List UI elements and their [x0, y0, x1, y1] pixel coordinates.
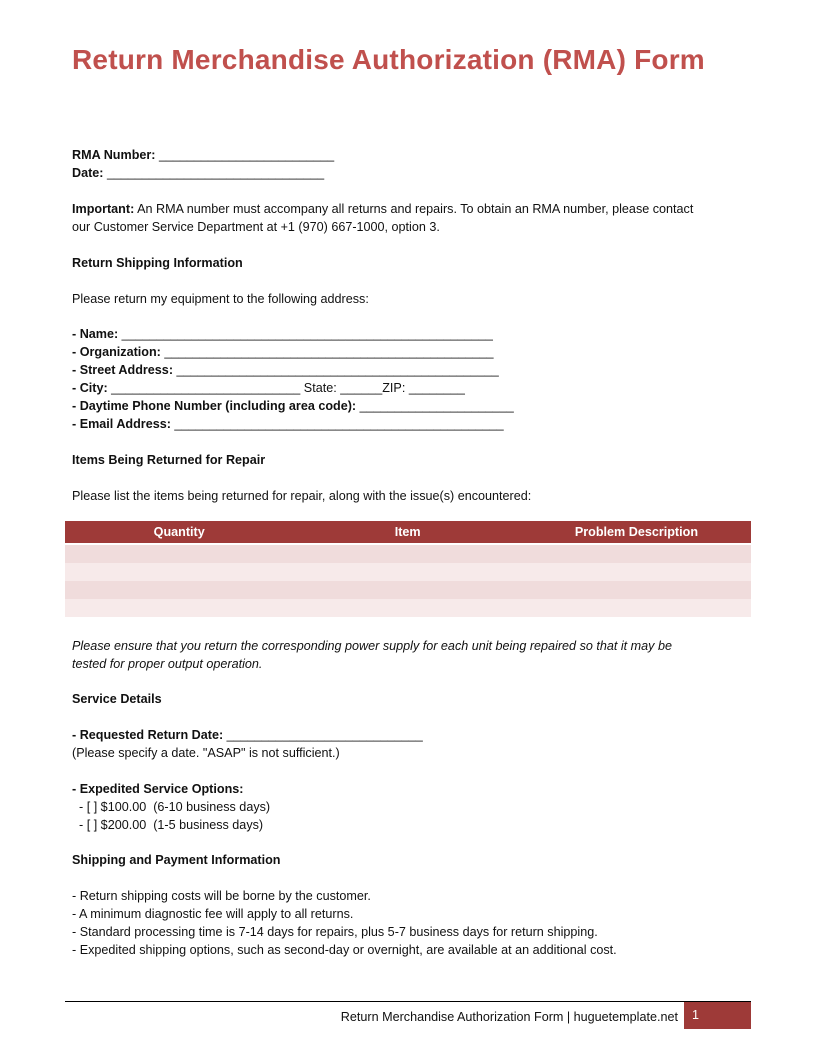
problem-description-cell[interactable] — [521, 599, 751, 617]
shipping-bullet: - Expedited shipping options, such as se… — [72, 943, 617, 957]
city-blank[interactable]: ___________________________ — [108, 381, 300, 395]
return-shipping-intro: Please return my equipment to the follow… — [72, 292, 369, 306]
street-address-blank[interactable]: ________________________________________… — [173, 363, 499, 377]
important-text-line2: our Customer Service Department at +1 (9… — [72, 220, 440, 234]
page-number: 1 — [684, 1002, 751, 1029]
requested-return-date-note: (Please specify a date. "ASAP" is not su… — [72, 746, 340, 760]
requested-return-date-label: - Requested Return Date: — [72, 728, 224, 742]
column-header-item: Item — [293, 521, 522, 545]
date-label: Date: — [72, 166, 104, 180]
date-blank[interactable]: _______________________________ — [107, 166, 324, 180]
expedited-option-100[interactable]: - [ ] $100.00 (6-10 business days) — [72, 798, 270, 816]
rma-number-label: RMA Number: — [72, 148, 156, 162]
problem-description-cell[interactable] — [521, 563, 751, 581]
item-cell[interactable] — [293, 563, 522, 581]
table-row — [65, 563, 751, 581]
table-row — [65, 599, 751, 617]
important-label: Important: — [72, 202, 135, 216]
table-header-row: Quantity Item Problem Description — [65, 521, 751, 545]
street-address-label: - Street Address: — [72, 363, 174, 377]
return-shipping-heading: Return Shipping Information — [72, 256, 243, 270]
important-text-line1: An RMA number must accompany all returns… — [134, 202, 694, 216]
rma-number-blank[interactable]: _________________________ — [159, 148, 334, 162]
organization-blank[interactable]: ________________________________________… — [161, 345, 493, 359]
date-field[interactable]: Date: _______________________________ — [72, 164, 324, 182]
city-state-zip-field[interactable]: - City: ___________________________ Stat… — [72, 379, 465, 397]
item-cell[interactable] — [293, 599, 522, 617]
quantity-cell[interactable] — [65, 581, 294, 599]
column-header-problem-description: Problem Description — [521, 521, 751, 545]
zip-blank[interactable]: ________ — [405, 381, 465, 395]
name-label: - Name: — [72, 327, 119, 341]
problem-description-cell[interactable] — [521, 581, 751, 599]
expedited-options-label: - Expedited Service Options: — [72, 782, 244, 796]
shipping-bullet: - A minimum diagnostic fee will apply to… — [72, 907, 354, 921]
rma-number-field[interactable]: RMA Number: _________________________ — [72, 146, 334, 164]
items-table: Quantity Item Problem Description — [65, 521, 751, 617]
footer-text: Return Merchandise Authorization Form | … — [340, 1010, 678, 1024]
shipping-bullet: - Standard processing time is 7-14 days … — [72, 925, 598, 939]
problem-description-cell[interactable] — [521, 544, 751, 563]
quantity-cell[interactable] — [65, 544, 294, 563]
email-label: - Email Address: — [72, 417, 171, 431]
expedited-option-200[interactable]: - [ ] $200.00 (1-5 business days) — [72, 816, 263, 834]
service-details-heading: Service Details — [72, 692, 162, 706]
items-heading: Items Being Returned for Repair — [72, 453, 266, 467]
organization-field[interactable]: - Organization: ________________________… — [72, 343, 494, 361]
column-header-quantity: Quantity — [65, 521, 294, 545]
state-label: State: — [300, 381, 337, 395]
item-cell[interactable] — [293, 544, 522, 563]
requested-return-date-blank[interactable]: ____________________________ — [223, 728, 423, 742]
footer-divider — [65, 1001, 751, 1002]
organization-label: - Organization: — [72, 345, 161, 359]
table-row — [65, 544, 751, 563]
name-field[interactable]: - Name: ________________________________… — [72, 325, 493, 343]
email-blank[interactable]: ________________________________________… — [171, 417, 503, 431]
shipping-payment-heading: Shipping and Payment Information — [72, 853, 281, 867]
items-intro: Please list the items being returned for… — [72, 489, 532, 503]
important-notice: Important: An RMA number must accompany … — [72, 200, 693, 218]
phone-label: - Daytime Phone Number (including area c… — [72, 399, 357, 413]
table-row — [65, 581, 751, 599]
quantity-cell[interactable] — [65, 563, 294, 581]
street-address-field[interactable]: - Street Address: ______________________… — [72, 361, 499, 379]
name-blank[interactable]: ________________________________________… — [118, 327, 493, 341]
page-title: Return Merchandise Authorization (RMA) F… — [72, 44, 705, 75]
phone-blank[interactable]: ______________________ — [356, 399, 514, 413]
quantity-cell[interactable] — [65, 599, 294, 617]
power-supply-note-line1: Please ensure that you return the corres… — [72, 639, 672, 653]
email-field[interactable]: - Email Address: _______________________… — [72, 415, 504, 433]
item-cell[interactable] — [293, 581, 522, 599]
phone-field[interactable]: - Daytime Phone Number (including area c… — [72, 397, 514, 415]
shipping-bullet: - Return shipping costs will be borne by… — [72, 889, 371, 903]
power-supply-note-line2: tested for proper output operation. — [72, 657, 263, 671]
zip-label: ZIP: — [382, 381, 406, 395]
state-blank[interactable]: ______ — [337, 381, 382, 395]
requested-return-date-field[interactable]: - Requested Return Date: _______________… — [72, 726, 423, 744]
city-label: - City: — [72, 381, 108, 395]
